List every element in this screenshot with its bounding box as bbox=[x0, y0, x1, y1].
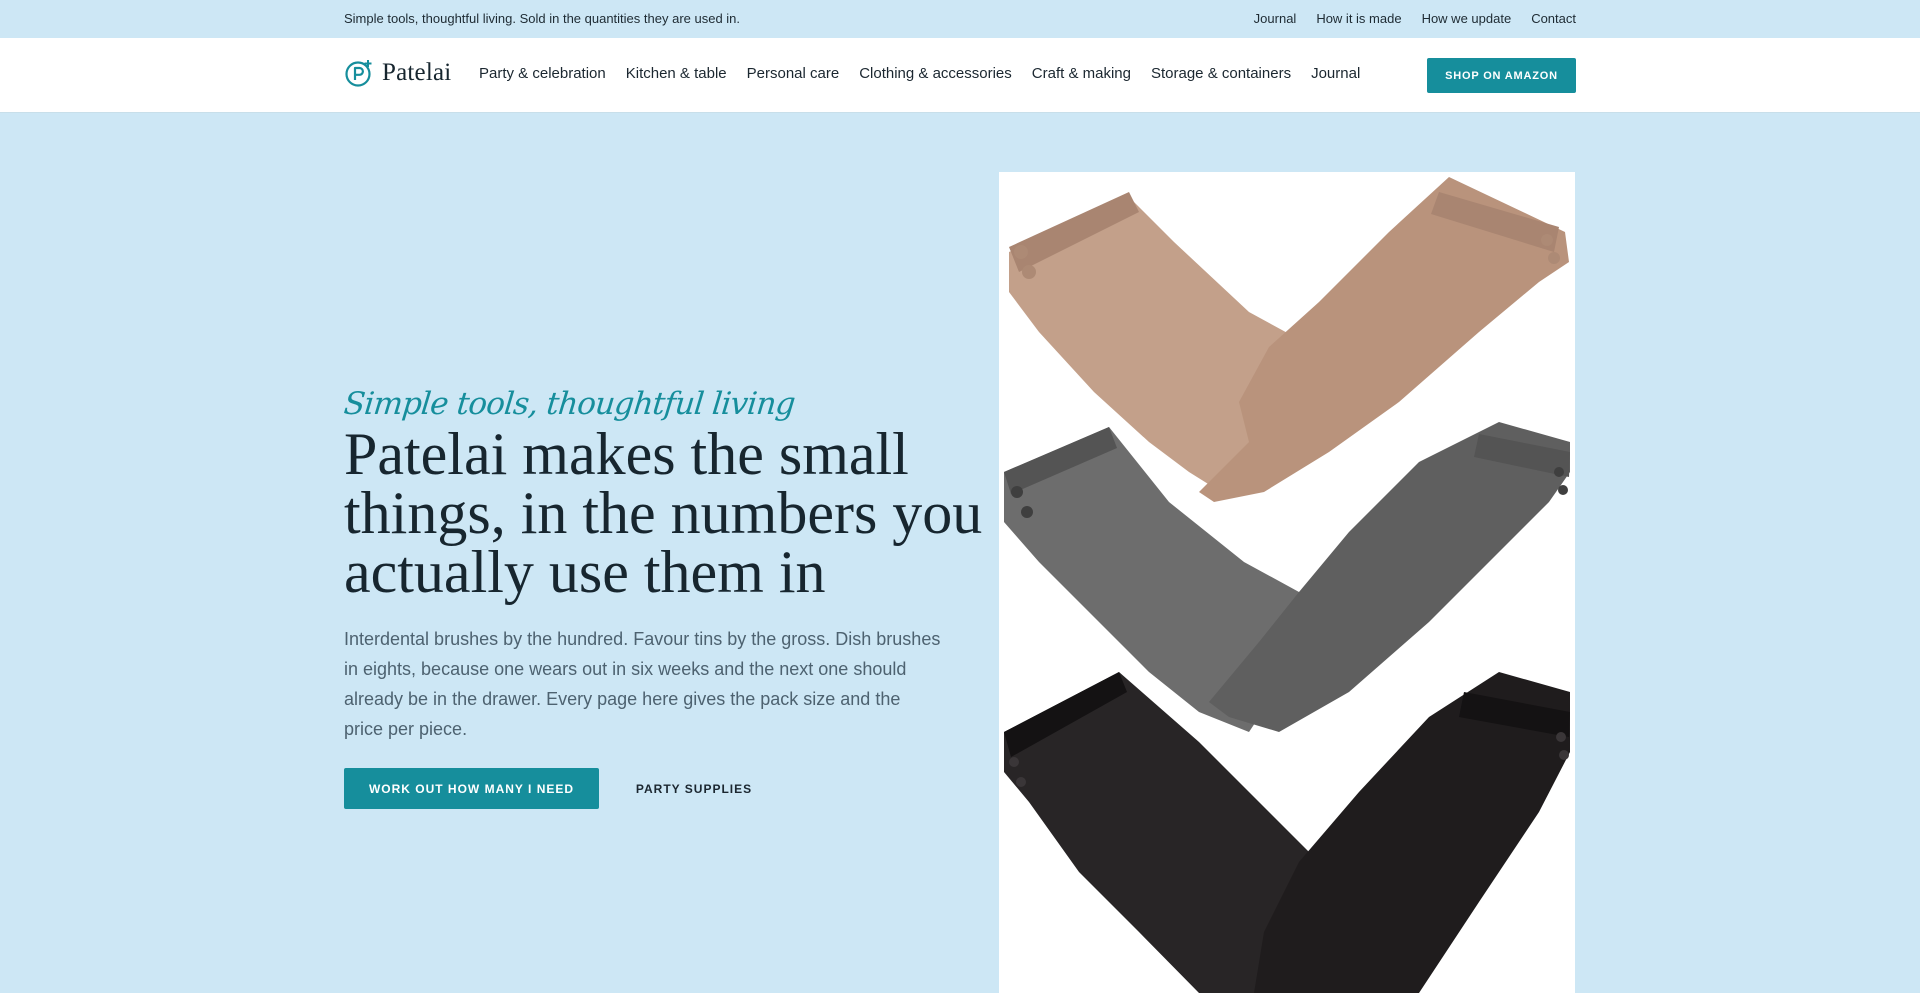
utility-link-journal[interactable]: Journal bbox=[1254, 11, 1297, 26]
nav-item-craft-making[interactable]: Craft & making bbox=[1032, 65, 1131, 82]
product-image-gloves bbox=[999, 172, 1575, 993]
brand-wordmark: Patelai bbox=[382, 59, 452, 86]
site-header: Patelai Party & celebration Kitchen & ta… bbox=[0, 38, 1920, 113]
work-out-how-many-button[interactable]: WORK OUT HOW MANY I NEED bbox=[344, 768, 599, 809]
logo-mark-icon bbox=[345, 60, 372, 87]
nav-item-journal[interactable]: Journal bbox=[1311, 65, 1360, 82]
utility-link-how-we-update[interactable]: How we update bbox=[1422, 11, 1512, 26]
announcement-bar: Simple tools, thoughtful living. Sold in… bbox=[0, 0, 1920, 39]
gloves-illustration bbox=[1004, 177, 1570, 993]
main-nav: Party & celebration Kitchen & table Pers… bbox=[479, 65, 1360, 82]
brand-logo[interactable]: Patelai bbox=[344, 58, 451, 88]
nav-item-kitchen-table[interactable]: Kitchen & table bbox=[626, 65, 727, 82]
announcement-tagline: Simple tools, thoughtful living. Sold in… bbox=[344, 11, 741, 26]
nav-item-personal-care[interactable]: Personal care bbox=[747, 65, 840, 82]
nav-item-party-celebration[interactable]: Party & celebration bbox=[479, 65, 606, 82]
nav-item-storage-containers[interactable]: Storage & containers bbox=[1151, 65, 1291, 82]
nav-item-clothing-accessories[interactable]: Clothing & accessories bbox=[859, 65, 1012, 82]
utility-link-contact[interactable]: Contact bbox=[1531, 11, 1576, 26]
utility-nav: Journal How it is made How we update Con… bbox=[1254, 11, 1576, 26]
party-supplies-button[interactable]: PARTY SUPPLIES bbox=[624, 768, 764, 809]
utility-link-how-it-is-made[interactable]: How it is made bbox=[1316, 11, 1401, 26]
hero-headline: Patelai makes the small things, in the n… bbox=[344, 421, 983, 605]
hero-eyebrow: Simple tools, thoughtful living bbox=[342, 386, 797, 422]
shop-on-amazon-button[interactable]: SHOP ON AMAZON bbox=[1427, 58, 1576, 93]
hero-lead: Interdental brushes by the hundred. Favo… bbox=[344, 629, 941, 739]
